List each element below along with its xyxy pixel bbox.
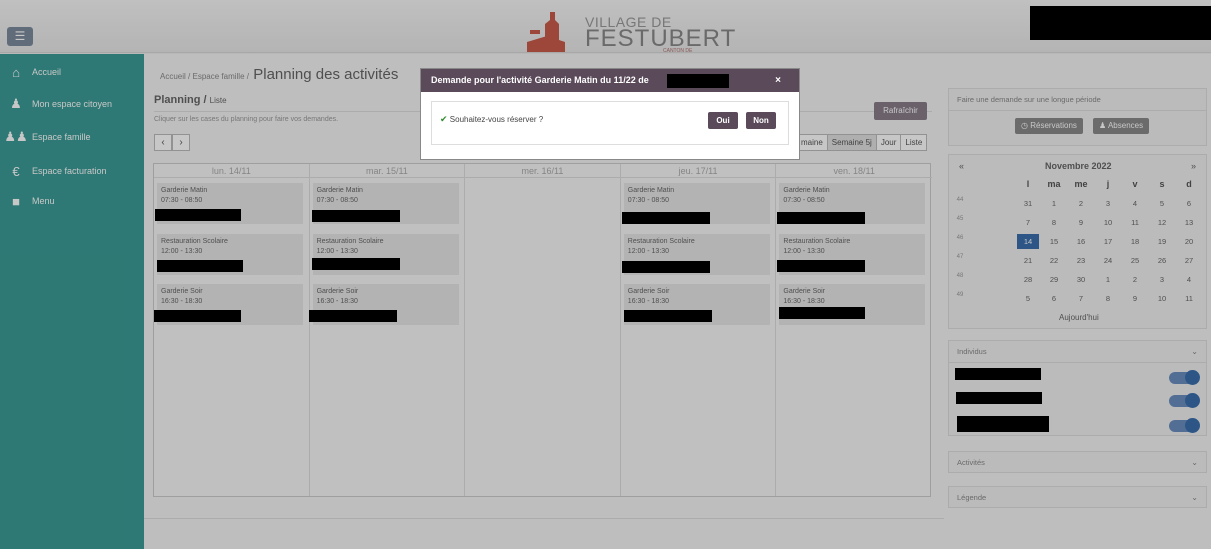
dialog-body: ✔ Souhaitez-vous réserver ? Oui Non [431, 101, 789, 145]
close-icon[interactable]: × [775, 69, 781, 92]
oui-button[interactable]: Oui [708, 112, 738, 129]
reservation-dialog: Demande pour l'activité Garderie Matin d… [420, 68, 800, 160]
question-text: Souhaitez-vous réserver ? [449, 115, 544, 124]
check-icon: ✔ [440, 114, 448, 124]
dialog-question: ✔ Souhaitez-vous réserver ? [440, 114, 543, 125]
non-button[interactable]: Non [746, 112, 776, 129]
dialog-title: Demande pour l'activité Garderie Matin d… [431, 75, 649, 85]
dialog-header: Demande pour l'activité Garderie Matin d… [421, 69, 799, 92]
redacted-date [667, 74, 729, 88]
